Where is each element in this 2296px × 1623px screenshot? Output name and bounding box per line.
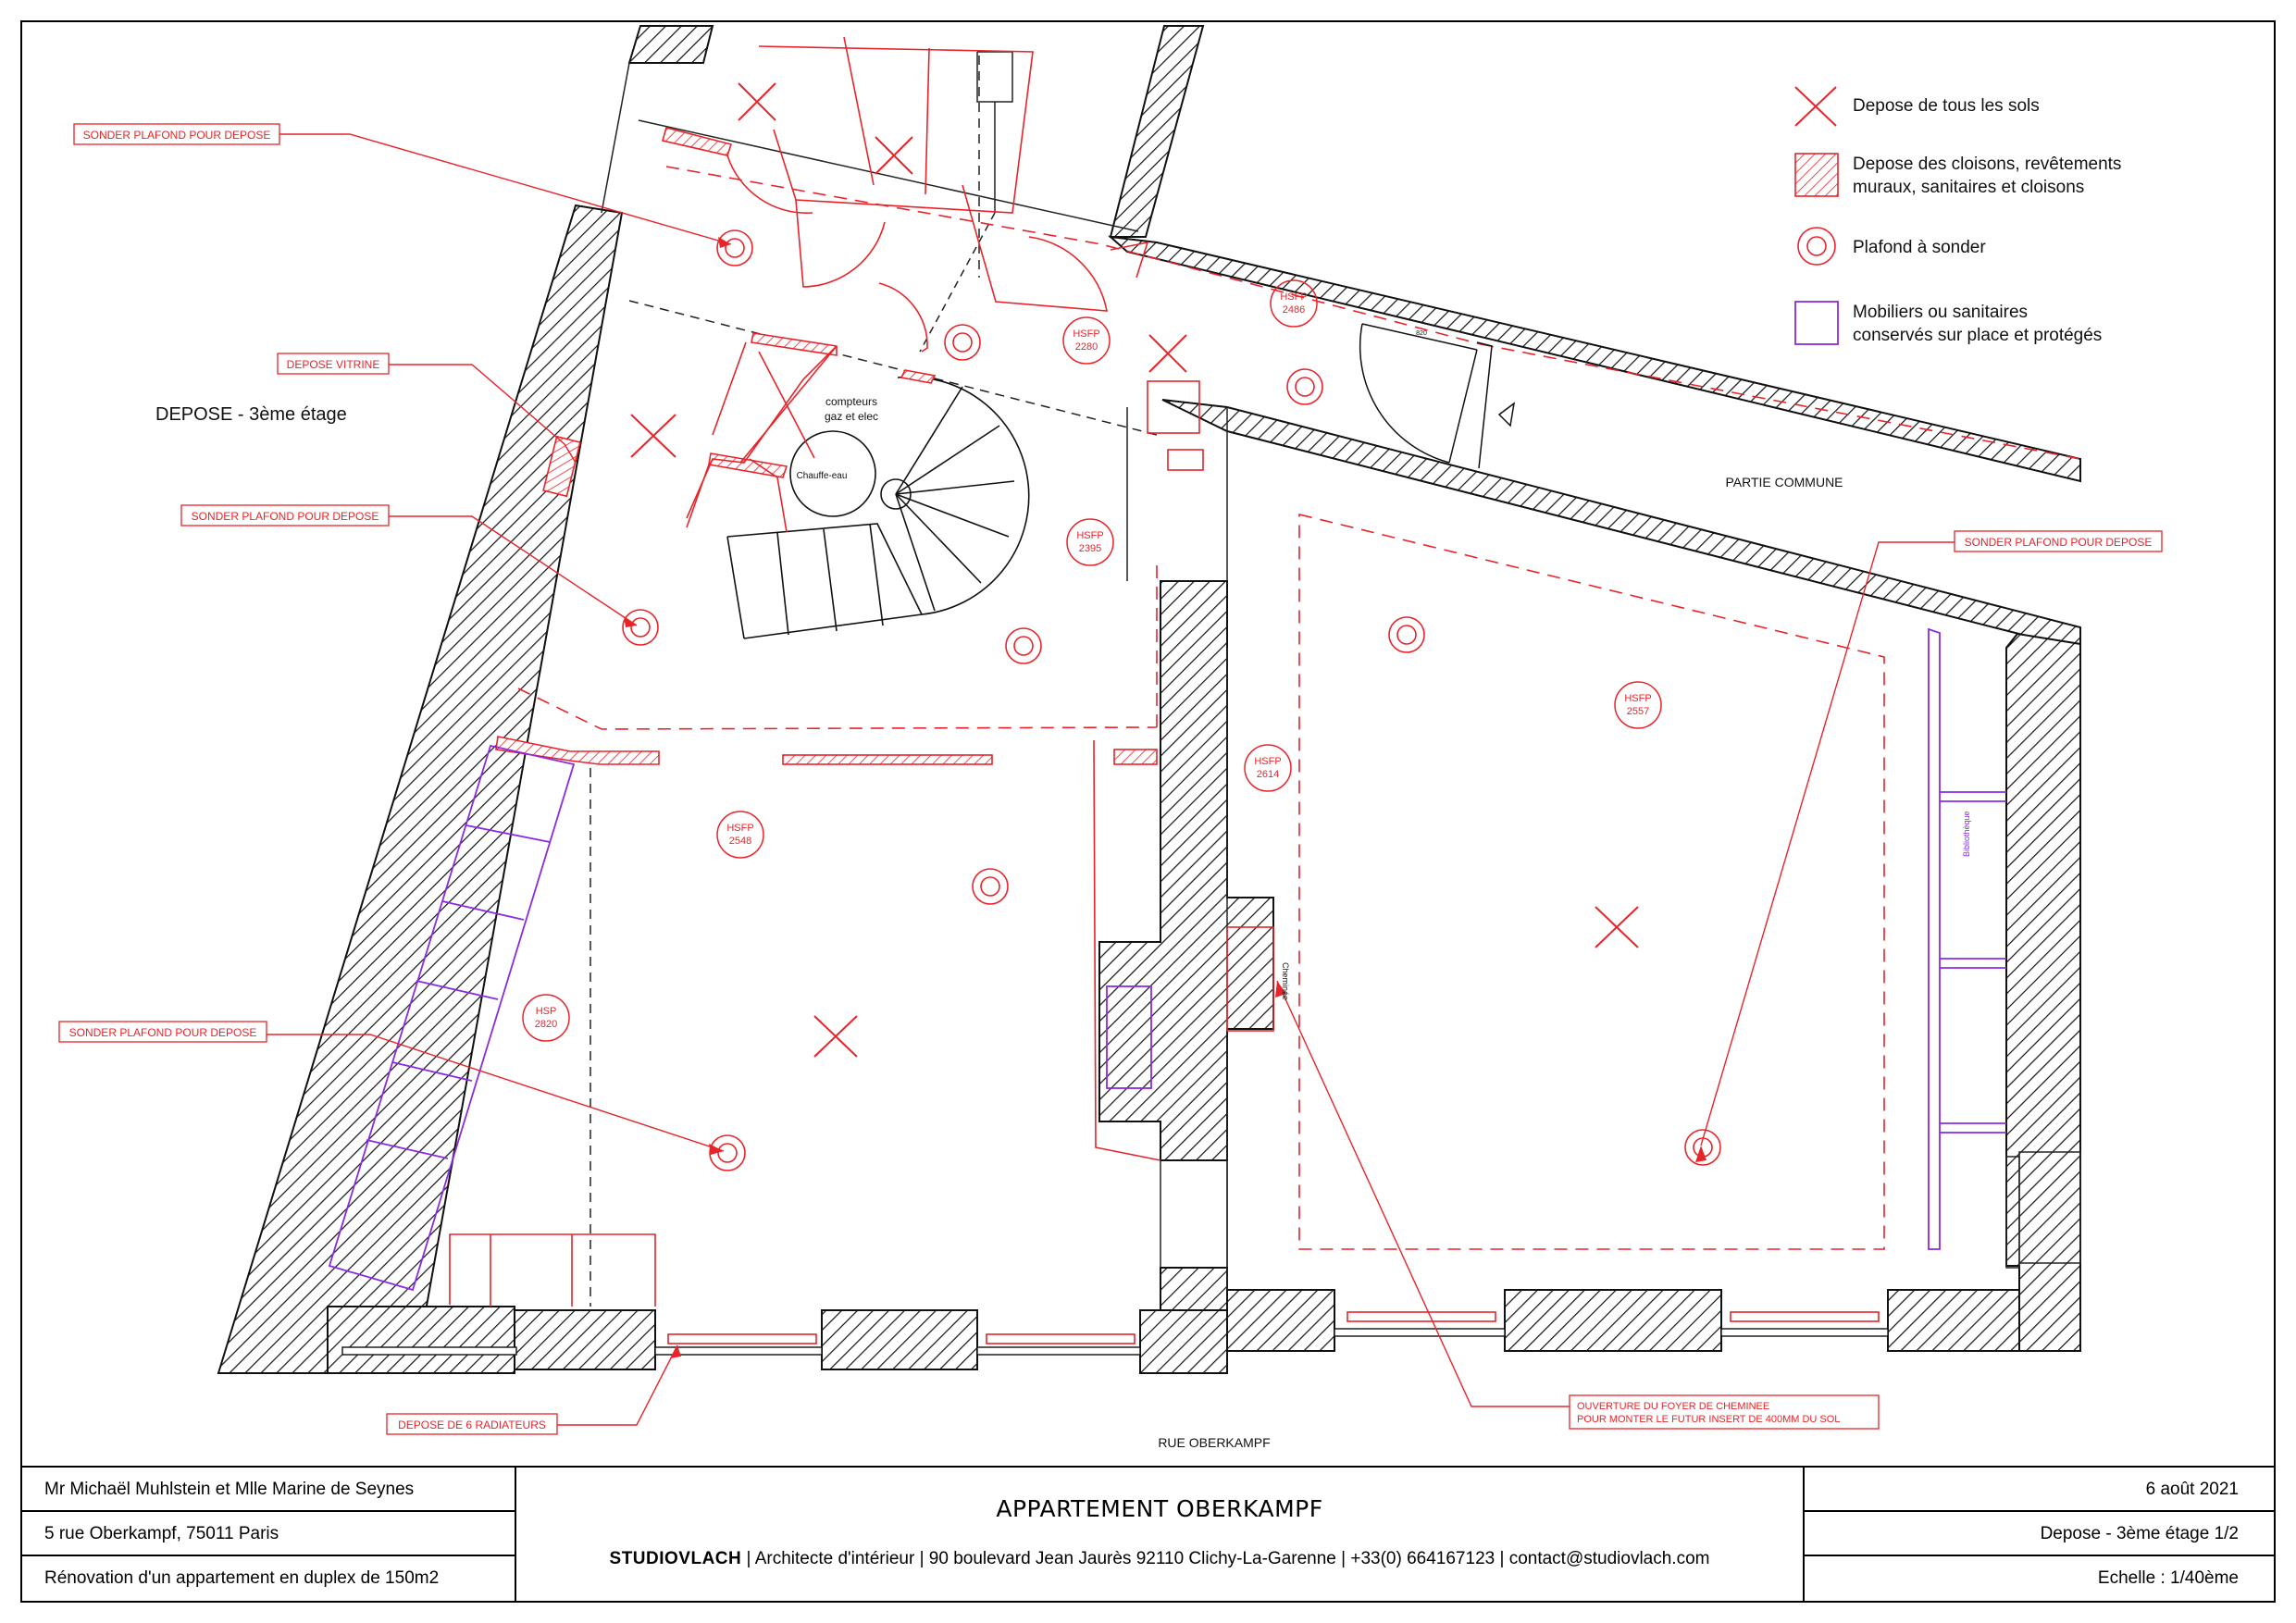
svg-text:SONDER PLAFOND POUR DEPOSE: SONDER PLAFOND POUR DEPOSE: [83, 129, 271, 142]
legend-x-icon: [1794, 86, 1837, 127]
svg-text:SONDER PLAFOND POUR DEPOSE: SONDER PLAFOND POUR DEPOSE: [192, 510, 379, 523]
compteurs-label-2: gaz et elec: [825, 410, 878, 423]
svg-text:POUR MONTER LE FUTUR INSERT DE: POUR MONTER LE FUTUR INSERT DE 400MM DU …: [1577, 1414, 1840, 1425]
svg-text:HSFP: HSFP: [726, 823, 753, 834]
title-block-center: APPARTEMENT OBERKAMPF STUDIOVLACH | Arch…: [516, 1468, 1805, 1603]
height-marker-2820: HSP 2820: [522, 994, 570, 1042]
height-marker-2557: HSFP 2557: [1614, 681, 1662, 729]
studio-details: | Architecte d'intérieur | 90 boulevard …: [741, 1549, 1710, 1568]
dimension-label: 820: [1416, 330, 1427, 337]
svg-text:HSFP: HSFP: [1073, 328, 1099, 340]
svg-text:2486: 2486: [1283, 304, 1305, 316]
studio-info: STUDIOVLACH | Architecte d'intérieur | 9…: [516, 1549, 1803, 1569]
legend-kept-items: Mobiliers ou sanitaires conservés sur pl…: [1794, 301, 2102, 345]
svg-text:Plafond à sonder: Plafond à sonder: [1853, 238, 1986, 257]
drawing-scale: Echelle : 1/40ème: [2097, 1568, 2239, 1588]
studio-brand: STUDIOVLACH: [609, 1549, 742, 1568]
svg-text:HSFP: HSFP: [1076, 530, 1103, 541]
legend-ceiling-probe: Plafond à sonder: [1797, 227, 1986, 266]
partie-commune-label: PARTIE COMMUNE: [1725, 475, 1843, 489]
sheet-name: Depose - 3ème étage 1/2: [1805, 1512, 2276, 1556]
demolition-dashed-lines: [517, 166, 2081, 1250]
svg-text:2395: 2395: [1079, 543, 1101, 554]
svg-text:2614: 2614: [1257, 769, 1279, 780]
callout-sonder-4: SONDER PLAFOND POUR DEPOSE: [58, 1021, 267, 1043]
project-title: APPARTEMENT OBERKAMPF: [996, 1495, 1323, 1522]
street-label: RUE OBERKAMPF: [1158, 1435, 1270, 1450]
height-marker-2395: HSFP 2395: [1066, 518, 1114, 566]
svg-text:2820: 2820: [535, 1019, 557, 1030]
probe-3: [1286, 368, 1323, 405]
svg-text:DEPOSE DE 6 RADIATEURS: DEPOSE DE 6 RADIATEURS: [398, 1419, 546, 1431]
bibliotheque-label: Bibliothèque: [1962, 811, 1971, 857]
svg-text:HSFP: HSFP: [1254, 756, 1281, 767]
probe-5: [1005, 627, 1042, 664]
probe-7: [972, 868, 1009, 905]
callout-depose-vitrine: DEPOSE VITRINE: [277, 353, 390, 375]
svg-text:SONDER PLAFOND POUR DEPOSE: SONDER PLAFOND POUR DEPOSE: [69, 1026, 257, 1039]
callout-sonder-2: SONDER PLAFOND POUR DEPOSE: [180, 504, 390, 527]
x-mark-2: [875, 136, 913, 175]
title-block-meta-column: 6 août 2021 Depose - 3ème étage 1/2 Eche…: [1805, 1468, 2276, 1603]
svg-text:HSP: HSP: [536, 1006, 557, 1017]
client-address: 5 rue Oberkampf, 75011 Paris: [20, 1512, 515, 1556]
legend-probe-icon: [1797, 227, 1836, 266]
height-marker-2614: HSFP 2614: [1244, 744, 1292, 792]
x-mark-6: [813, 1015, 858, 1058]
title-block-client-column: Mr Michaël Muhlstein et Mlle Marine de S…: [20, 1468, 516, 1603]
project-description: Rénovation d'un appartement en duplex de…: [44, 1568, 440, 1588]
height-marker-2548: HSFP 2548: [716, 811, 764, 859]
svg-text:Depose des cloisons, revêtemen: Depose des cloisons, revêtements: [1853, 155, 2121, 174]
svg-text:SONDER PLAFOND POUR DEPOSE: SONDER PLAFOND POUR DEPOSE: [1965, 536, 2153, 549]
svg-text:HSFP: HSFP: [1624, 693, 1651, 704]
overhead-dashed-lines: [590, 56, 1158, 1307]
legend-kept-icon: [1794, 301, 1839, 345]
legend-hatch-icon: [1794, 153, 1839, 197]
height-markers: HSFP2486 HSFP2280 HSFP2395 HSFP2557 HSFP…: [522, 279, 1662, 1042]
probe-2: [944, 324, 981, 361]
title-block: Mr Michaël Muhlstein et Mlle Marine de S…: [20, 1466, 2276, 1603]
cheminee-label: Cheminée: [1281, 962, 1290, 1000]
x-mark-5: [1595, 906, 1639, 948]
svg-text:2557: 2557: [1627, 706, 1649, 717]
svg-text:DEPOSE VITRINE: DEPOSE VITRINE: [287, 358, 380, 371]
legend-floor-demolition: Depose de tous les sols: [1794, 86, 2040, 127]
drawing-date: 6 août 2021: [1805, 1468, 2276, 1512]
callout-cheminee: OUVERTURE DU FOYER DE CHEMINEE POUR MONT…: [1569, 1394, 1880, 1430]
height-marker-2280: HSFP2280: [1062, 316, 1111, 365]
probe-1: [716, 229, 753, 266]
probe-4: [622, 609, 659, 646]
svg-text:2280: 2280: [1075, 341, 1098, 353]
structural-walls: [217, 25, 2081, 1374]
level-label: DEPOSE - 3ème étage: [155, 404, 347, 425]
x-mark-1: [738, 82, 776, 121]
svg-text:2548: 2548: [729, 836, 751, 847]
client-name: Mr Michaël Muhlstein et Mlle Marine de S…: [20, 1468, 515, 1512]
legend: Depose de tous les sols Depose des clois…: [1794, 86, 2121, 345]
probe-6: [1388, 616, 1425, 653]
callout-sonder-3: SONDER PLAFOND POUR DEPOSE: [1954, 530, 2163, 552]
chauffe-eau-label: Chauffe-eau: [797, 471, 848, 481]
callout-radiateurs: DEPOSE DE 6 RADIATEURS: [386, 1413, 558, 1435]
callout-sonder-1: SONDER PLAFOND POUR DEPOSE: [73, 123, 280, 145]
legend-wall-demolition: Depose des cloisons, revêtements muraux,…: [1794, 153, 2121, 197]
svg-text:Depose de tous les sols: Depose de tous les sols: [1853, 96, 2040, 116]
svg-text:HSFP: HSFP: [1280, 291, 1307, 303]
compteurs-label-1: compteurs: [825, 395, 877, 408]
x-mark-4: [630, 414, 676, 458]
svg-text:muraux, sanitaires et cloisons: muraux, sanitaires et cloisons: [1853, 178, 2084, 197]
svg-text:conservés sur place et protégé: conservés sur place et protégés: [1853, 326, 2102, 345]
svg-text:Mobiliers ou sanitaires: Mobiliers ou sanitaires: [1853, 303, 2028, 322]
svg-text:OUVERTURE DU FOYER DE CHEMINEE: OUVERTURE DU FOYER DE CHEMINEE: [1577, 1401, 1769, 1412]
x-mark-3: [1148, 334, 1187, 373]
floor-plan: HSFP2486 HSFP2280 HSFP2395 HSFP2557 HSFP…: [58, 25, 2163, 1450]
